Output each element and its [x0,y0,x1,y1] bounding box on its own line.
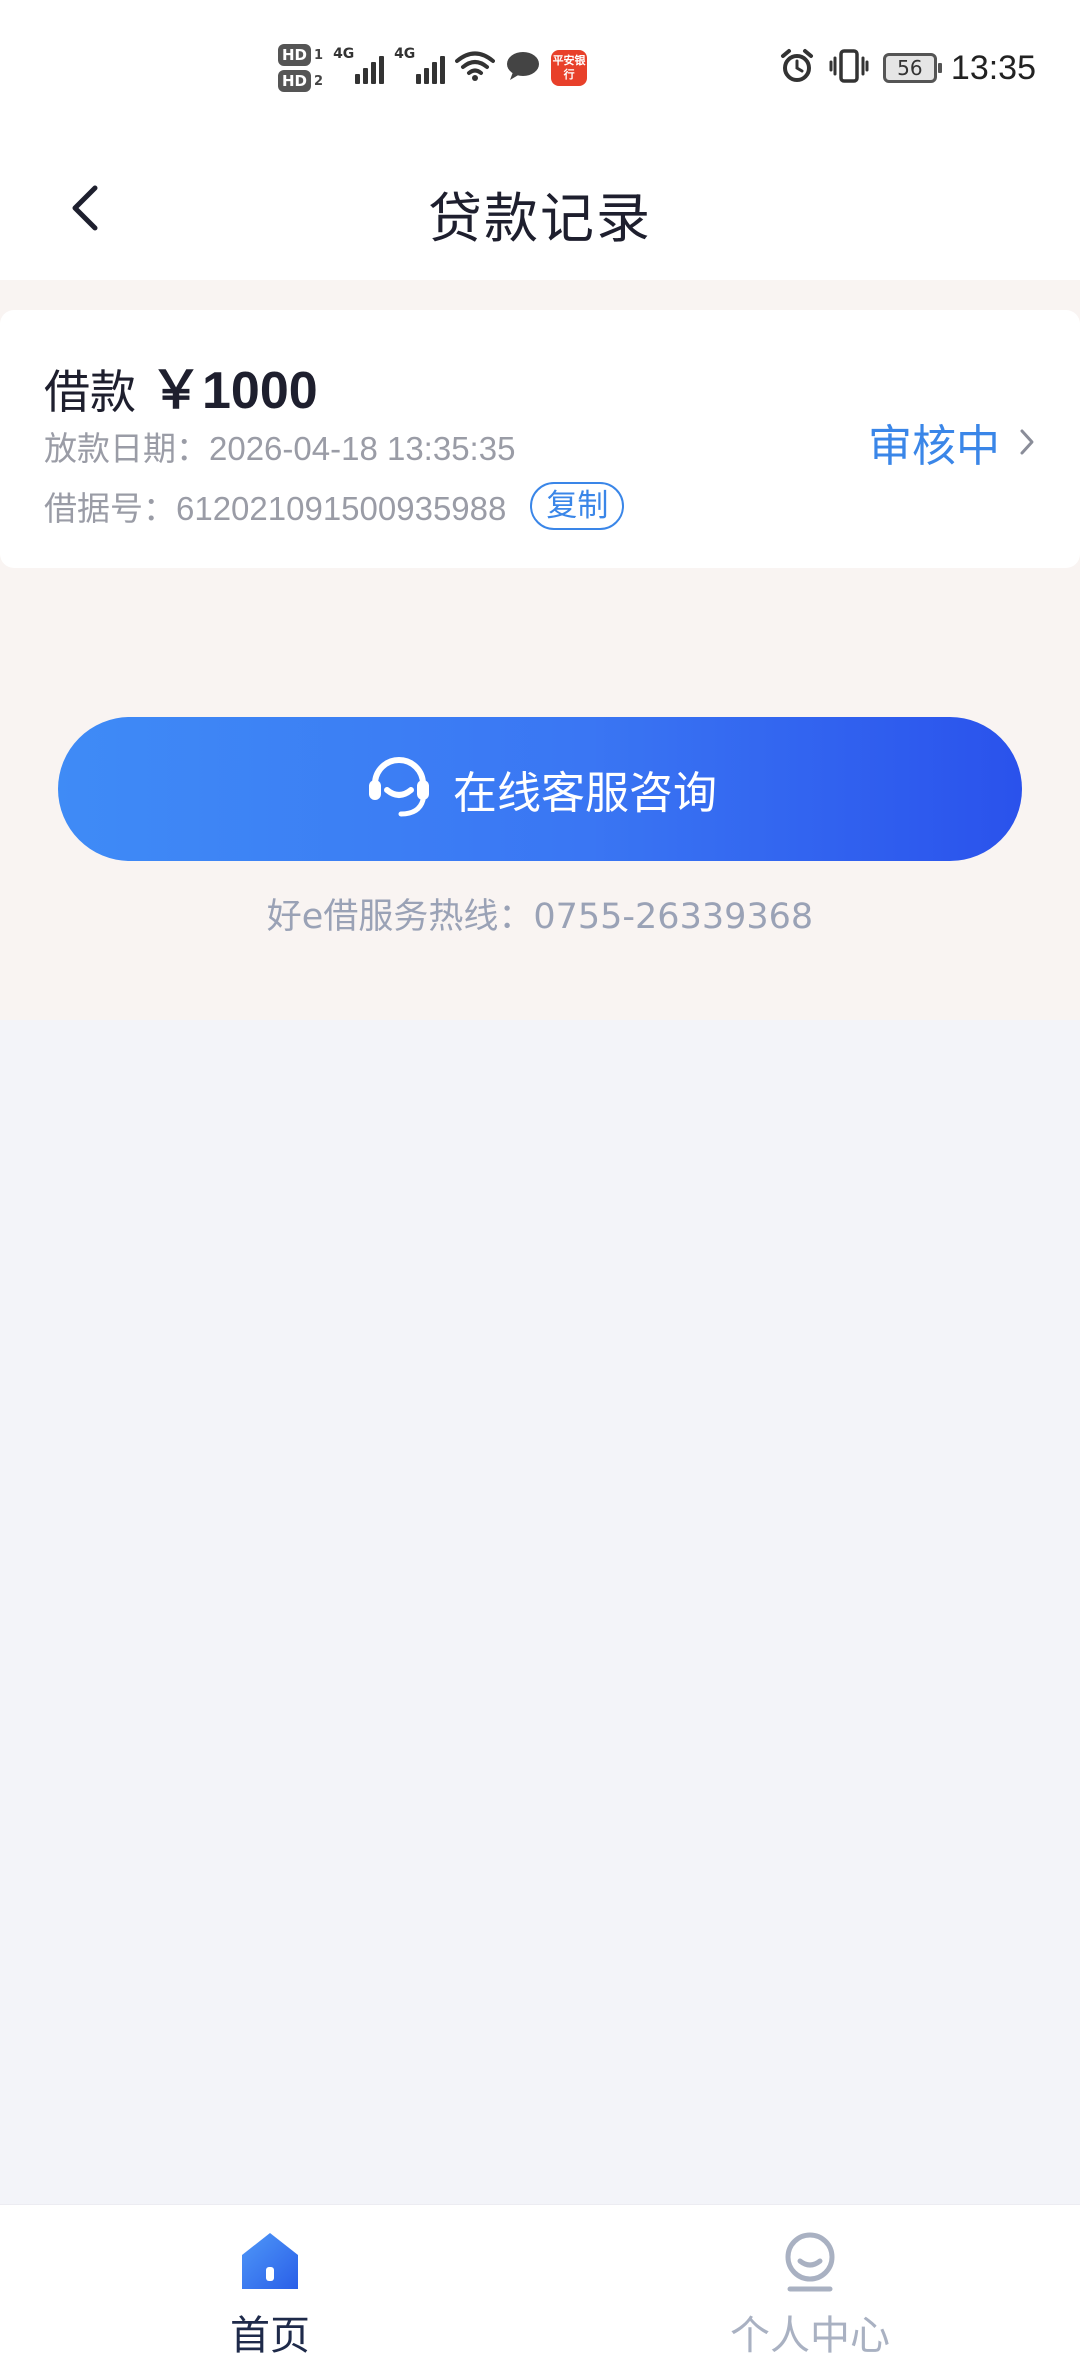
signal-1-icon: 4G [333,46,385,84]
loan-status-link[interactable]: 审核中 [868,410,1036,474]
loan-label: 借款 [44,365,136,419]
bottom-tab-bar: 首页 个人中心 [0,2204,1080,2376]
message-icon [505,50,541,86]
tab-home-label: 首页 [230,2313,310,2359]
hd-sub-2: 2 [314,73,324,89]
loan-date: 放款日期：2026-04-18 13:35:35 [44,430,516,467]
loan-record-card[interactable]: 借款 ￥1000 放款日期：2026-04-18 13:35:35 借据号：61… [0,310,1080,568]
loan-status: 审核中 [868,421,1000,472]
alarm-icon [779,48,815,88]
online-service-button[interactable]: 在线客服咨询 [58,717,1022,861]
vibrate-icon [829,48,869,88]
status-bar: HD 1 HD 2 4G 4G 平安银行 56 13:35 [0,0,1080,140]
network-type-1: 4G [333,46,355,62]
online-service-label: 在线客服咨询 [453,768,717,819]
headset-icon [363,748,435,831]
loan-amount: ￥1000 [150,362,318,420]
status-bar-left: HD 1 HD 2 4G 4G 平安银行 [278,44,588,92]
hd-badge-2: HD [278,70,312,92]
tab-home[interactable]: 首页 [170,2227,370,2361]
home-icon [236,2227,304,2299]
nav-bar: 贷款记录 [0,140,1080,280]
chevron-right-icon [1018,417,1036,468]
hd-sub-1: 1 [314,47,324,63]
loan-title: 借款 ￥1000 [44,348,318,423]
loan-number-row: 借据号：612021091500935988 复制 [44,482,625,530]
loan-number: 借据号：612021091500935988 [44,490,507,527]
hd-indicator-1: HD 1 [278,44,323,66]
tab-profile[interactable]: 个人中心 [710,2227,910,2361]
status-bar-right: 56 13:35 [779,48,1036,88]
clock-time: 13:35 [950,48,1036,87]
hd-indicators: HD 1 HD 2 [278,44,323,92]
bank-app-icon: 平安银行 [551,50,588,86]
tab-profile-label: 个人中心 [730,2313,890,2359]
hd-indicator-2: HD 2 [278,70,323,92]
battery-indicator: 56 [882,53,942,83]
network-type-2: 4G [394,46,416,62]
service-hotline: 好e借服务热线：0755-26339368 [266,897,814,937]
hd-badge-1: HD [278,44,312,66]
page-title: 贷款记录 [428,187,652,250]
copy-button[interactable]: 复制 [530,482,625,530]
user-icon [776,2227,844,2299]
wifi-icon [455,50,496,86]
signal-2-icon: 4G [394,46,446,84]
